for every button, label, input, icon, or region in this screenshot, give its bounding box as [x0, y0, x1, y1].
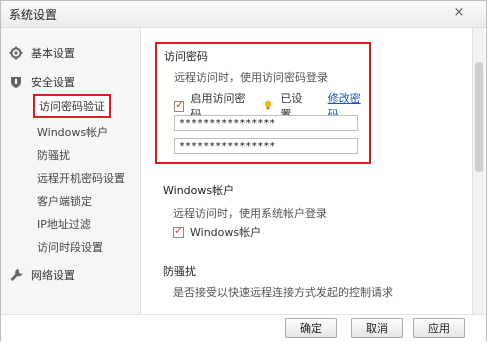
enable-access-password-checkbox[interactable] [174, 98, 185, 112]
windows-account-checkbox[interactable] [173, 224, 184, 238]
title-bar: 系统设置 × [1, 1, 486, 28]
windows-account-checkbox-label: Windows帐户 [190, 226, 262, 239]
windows-account-title: Windows帐户 [163, 184, 235, 197]
sidebar-section-basic[interactable]: 基本设置 [9, 44, 75, 62]
sidebar-item-remote-boot-password[interactable]: 远程开机密码设置 [37, 170, 125, 186]
close-icon[interactable]: × [450, 4, 468, 22]
access-password-panel: 访问密码 远程访问时，使用访问密码登录 启用访问密码 已设置， 修改密码 ***… [155, 42, 371, 164]
sidebar-item-client-lock[interactable]: 客户端锁定 [37, 193, 92, 209]
window-title: 系统设置 [9, 8, 58, 22]
ok-button[interactable]: 确定 [285, 318, 337, 338]
scrollbar-thumb[interactable] [475, 62, 483, 172]
sidebar-item-access-time[interactable]: 访问时段设置 [37, 239, 103, 255]
sidebar-item-access-password[interactable]: 访问密码验证 [33, 94, 111, 118]
sidebar-item-windows-account[interactable]: Windows帐户 [37, 124, 108, 140]
access-password-hint: 远程访问时，使用访问密码登录 [174, 71, 328, 84]
dialog-footer: 确定 取消 应用 [1, 314, 486, 342]
settings-content: 访问密码 远程访问时，使用访问密码登录 启用访问密码 已设置， 修改密码 ***… [141, 28, 486, 314]
sidebar-section-label: 网络设置 [31, 269, 75, 282]
windows-account-row: Windows帐户 [173, 224, 261, 240]
sidebar-item-ip-filter[interactable]: IP地址过滤 [37, 216, 91, 232]
anti-harass-title: 防骚扰 [163, 265, 196, 278]
lightbulb-icon [262, 98, 274, 114]
password-field[interactable]: **************** [174, 115, 358, 131]
sidebar-item-anti-harass[interactable]: 防骚扰 [37, 147, 70, 163]
gear-icon [9, 46, 23, 60]
wrench-icon [9, 268, 23, 282]
cancel-button[interactable]: 取消 [351, 318, 403, 338]
anti-harass-hint: 是否接受以快速远程连接方式发起的控制请求 [173, 286, 393, 299]
access-password-title: 访问密码 [164, 50, 208, 63]
sidebar-section-label: 安全设置 [31, 76, 75, 89]
confirm-password-field[interactable]: **************** [174, 138, 358, 154]
sidebar-section-label: 基本设置 [31, 47, 75, 60]
windows-account-hint: 远程访问时，使用系统帐户登录 [173, 207, 327, 220]
content-scrollbar[interactable] [472, 28, 485, 314]
settings-window: 系统设置 × 基本设置 安全设置 访问密码验证 Windows帐户 防骚扰 远程… [0, 0, 487, 342]
shield-icon [9, 75, 23, 89]
sidebar-section-network[interactable]: 网络设置 [9, 266, 75, 284]
sidebar-section-security[interactable]: 安全设置 [9, 73, 75, 91]
apply-button[interactable]: 应用 [413, 318, 465, 338]
sidebar: 基本设置 安全设置 访问密码验证 Windows帐户 防骚扰 远程开机密码设置 … [1, 28, 141, 314]
